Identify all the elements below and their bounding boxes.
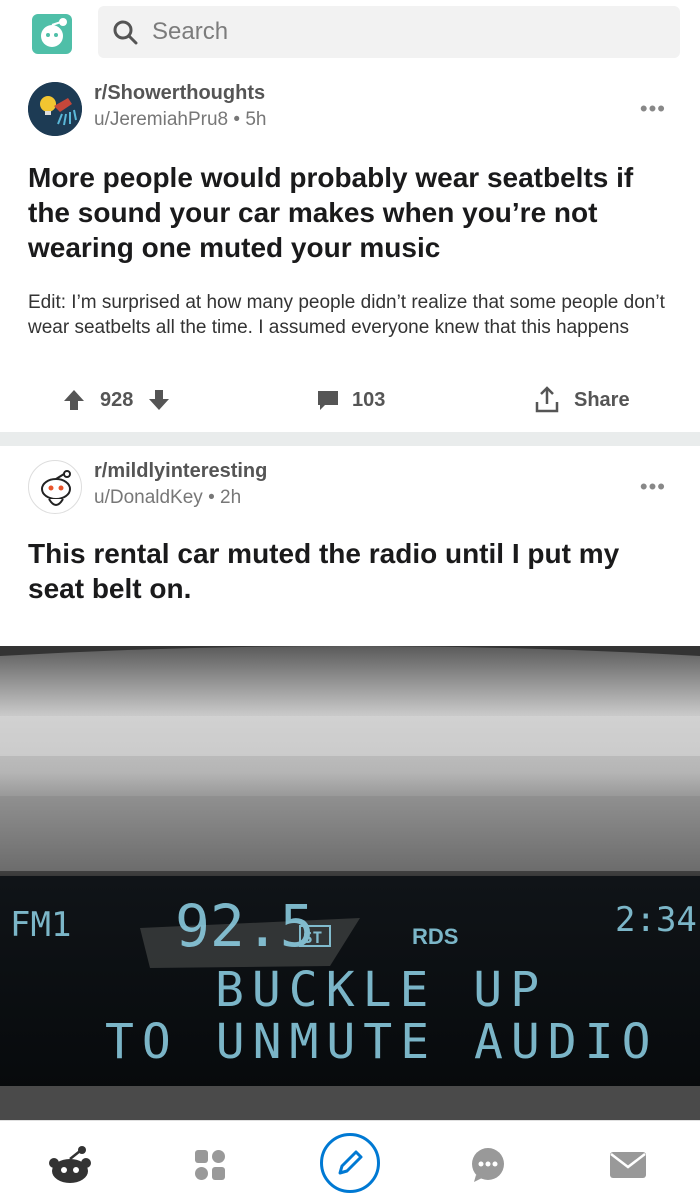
radio-stereo-label: ST [303, 928, 322, 947]
post-author-line: u/JeremiahPru8 • 5h [94, 109, 266, 131]
share-icon [535, 386, 559, 413]
author-name[interactable]: u/DonaldKey [94, 487, 203, 508]
mail-icon [610, 1152, 646, 1178]
radio-rds-label: RDS [412, 924, 458, 949]
downvote-icon[interactable] [147, 388, 171, 412]
post-actions: 928 103 Share [0, 380, 700, 420]
radio-band: FM1 [10, 905, 71, 945]
more-options-icon[interactable]: ••• [640, 476, 666, 498]
nav-inbox[interactable] [598, 1135, 658, 1195]
subreddit-name[interactable]: r/Showerthoughts [94, 82, 266, 105]
nav-create-post[interactable] [320, 1133, 380, 1193]
vote-count: 928 [100, 388, 134, 411]
grid-communities-icon [195, 1150, 225, 1180]
chat-icon [472, 1148, 504, 1182]
post-title[interactable]: More people would probably wear seatbelt… [28, 160, 668, 265]
comment-icon [318, 391, 338, 410]
share-button[interactable]: Share [534, 380, 630, 420]
upvote-icon[interactable] [62, 388, 86, 412]
app-logo-icon[interactable] [30, 10, 76, 56]
post-author-line: u/DonaldKey • 2h [94, 487, 267, 509]
radio-line-1: BUCKLE UP [215, 962, 547, 1018]
post-body: Edit: I’m surprised at how many people d… [28, 292, 665, 338]
author-name[interactable]: u/JeremiahPru8 [94, 109, 228, 130]
subreddit-avatar[interactable] [28, 460, 82, 514]
radio-line-2: TO UNMUTE AUDIO [105, 1014, 658, 1070]
post-title[interactable]: This rental car muted the radio until I … [28, 536, 668, 606]
comment-count: 103 [352, 388, 386, 411]
post-image[interactable]: FM1 92.5 ST RDS 2:34 BUCKLE UP TO UNMUTE… [0, 646, 700, 1120]
search-icon [113, 20, 138, 45]
search-input[interactable]: Search [98, 6, 680, 58]
radio-clock: 2:34 [615, 900, 697, 940]
search-placeholder: Search [152, 18, 229, 45]
vote-group: 928 [62, 380, 171, 420]
comments-button[interactable]: 103 [316, 380, 385, 420]
post-card[interactable]: r/mildlyinteresting u/DonaldKey • 2h •••… [0, 446, 700, 646]
subreddit-avatar[interactable] [28, 82, 82, 136]
meta-separator: • [233, 109, 246, 130]
top-bar: Search [0, 0, 700, 64]
nav-home[interactable] [40, 1135, 100, 1195]
feed-divider [0, 432, 700, 446]
post-card[interactable]: r/Showerthoughts u/JeremiahPru8 • 5h •••… [0, 70, 700, 432]
bottom-nav [0, 1120, 700, 1204]
post-age: 5h [245, 109, 267, 130]
post-age: 2h [220, 487, 242, 508]
nav-communities[interactable] [180, 1135, 240, 1195]
meta-separator: • [208, 487, 221, 508]
share-label: Share [574, 388, 630, 411]
subreddit-name[interactable]: r/mildlyinteresting [94, 460, 267, 483]
reddit-home-icon [49, 1146, 91, 1183]
nav-chat[interactable] [458, 1135, 518, 1195]
pencil-create-icon [338, 1150, 363, 1175]
more-options-icon[interactable]: ••• [640, 98, 666, 120]
radio-frequency: 92.5 [175, 892, 315, 960]
